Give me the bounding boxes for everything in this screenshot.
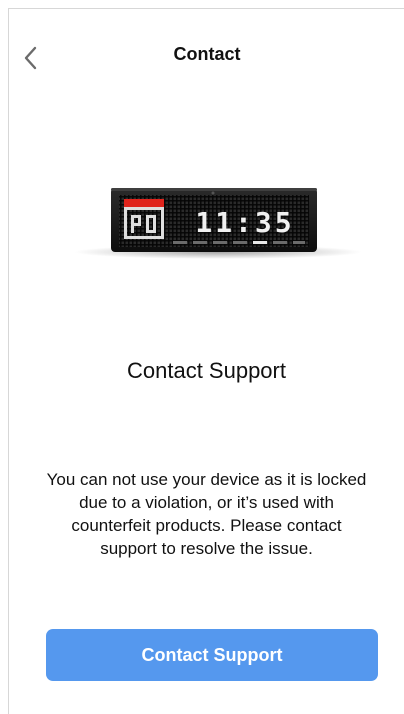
contact-support-heading: Contact Support	[127, 358, 286, 383]
navigation-bar: Contact	[9, 9, 404, 97]
screen: Contact 11:35 Contact Support You can no…	[8, 8, 404, 714]
device-indicator-active	[253, 241, 267, 244]
app-icon-red	[124, 199, 164, 207]
device-time: 11:35	[195, 206, 294, 239]
locked-device-message: You can not use your device as it is loc…	[46, 470, 367, 558]
page-title: Contact	[173, 44, 241, 64]
contact-support-button[interactable]: Contact Support	[46, 629, 378, 681]
device-illustration: 11:35	[74, 188, 362, 259]
